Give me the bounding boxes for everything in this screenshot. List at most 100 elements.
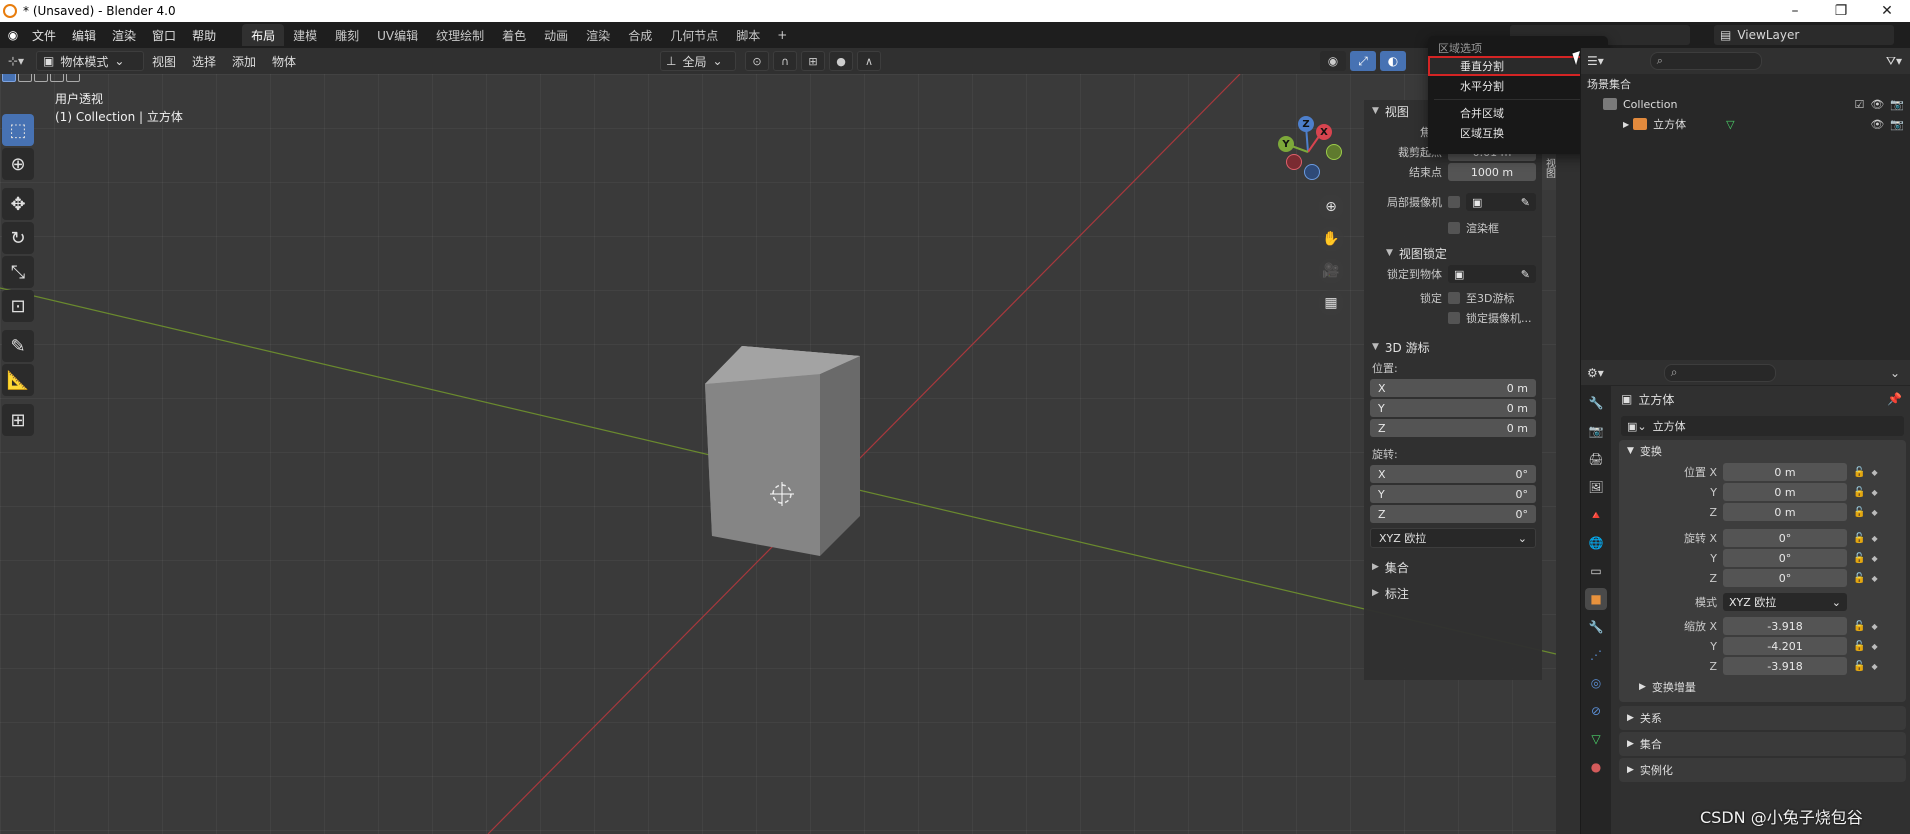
menu-render[interactable]: 渲染 bbox=[104, 27, 144, 44]
gizmo-x-icon[interactable]: X bbox=[1316, 124, 1332, 140]
tab-sculpting[interactable]: 雕刻 bbox=[326, 24, 368, 46]
chevron-right-icon[interactable]: ▶ bbox=[1623, 120, 1629, 129]
checkbox-icon[interactable]: ☑ bbox=[1854, 98, 1864, 111]
eye-icon[interactable]: 👁 bbox=[1870, 98, 1884, 111]
gizmo-y-icon[interactable]: Y bbox=[1278, 136, 1294, 152]
move-tool-icon[interactable]: ✥ bbox=[2, 188, 34, 220]
rotation-x-field[interactable]: 0° bbox=[1723, 529, 1847, 547]
scale-z-field[interactable]: -3.918 bbox=[1723, 657, 1847, 675]
cursor-rotation-z-field[interactable]: Z 0° bbox=[1370, 505, 1536, 523]
tab-scripting[interactable]: 脚本 bbox=[727, 24, 769, 46]
select-intersect-icon[interactable] bbox=[66, 74, 80, 82]
lock-icon[interactable]: 🔓 bbox=[1853, 553, 1865, 564]
render-tab-icon[interactable]: 📷 bbox=[1585, 420, 1607, 442]
gizmo-neg-y-icon[interactable] bbox=[1326, 144, 1342, 160]
proportional-edit-icon[interactable]: ● bbox=[829, 51, 853, 71]
tab-texture-paint[interactable]: 纹理绘制 bbox=[427, 24, 493, 46]
scene-tab-icon[interactable]: 🔺 bbox=[1585, 504, 1607, 526]
menu-select[interactable]: 选择 bbox=[184, 53, 224, 70]
cursor-location-x-field[interactable]: X 0 m bbox=[1370, 379, 1536, 397]
keyframe-icon[interactable]: ◆ bbox=[1871, 554, 1877, 563]
menu-help[interactable]: 帮助 bbox=[184, 27, 224, 44]
location-z-field[interactable]: 0 m bbox=[1723, 503, 1847, 521]
keyframe-icon[interactable]: ◆ bbox=[1871, 642, 1877, 651]
pin-icon[interactable]: 📌 bbox=[1887, 392, 1902, 406]
gizmo-neg-x-icon[interactable] bbox=[1286, 154, 1302, 170]
tab-modeling[interactable]: 建模 bbox=[284, 24, 326, 46]
cursor-rotation-mode-dropdown[interactable]: XYZ 欧拉 ⌄ bbox=[1370, 528, 1536, 548]
lock-icon[interactable]: 🔓 bbox=[1853, 467, 1865, 478]
scale-tool-icon[interactable]: ⤡ bbox=[2, 256, 34, 288]
pivot-icon[interactable]: ⊙ bbox=[745, 51, 769, 71]
tab-compositing[interactable]: 合成 bbox=[619, 24, 661, 46]
keyframe-icon[interactable]: ◆ bbox=[1871, 488, 1877, 497]
properties-search-input[interactable]: ⌕ bbox=[1663, 363, 1776, 382]
eyedropper-icon[interactable]: ✎ bbox=[1521, 196, 1530, 209]
transform-panel-header[interactable]: ▼ 变换 bbox=[1619, 440, 1906, 462]
cursor-rotation-x-field[interactable]: X 0° bbox=[1370, 465, 1536, 483]
maximize-icon[interactable]: ❐ bbox=[1818, 0, 1864, 22]
chevron-down-icon[interactable]: ⌄ bbox=[1890, 366, 1900, 380]
outliner-search-input[interactable]: ⌕ bbox=[1649, 52, 1762, 70]
cursor-location-z-field[interactable]: Z 0 m bbox=[1370, 419, 1536, 437]
local-camera-checkbox[interactable] bbox=[1448, 196, 1460, 208]
tool-tab-icon[interactable]: 🔧 bbox=[1585, 392, 1607, 414]
annotate-tool-icon[interactable]: ✎ bbox=[2, 330, 34, 362]
render-border-checkbox[interactable] bbox=[1448, 222, 1460, 234]
properties-editor-icon[interactable]: ⚙▾ bbox=[1587, 366, 1604, 380]
collection-row[interactable]: Collection ☑ 👁 📷 bbox=[1581, 94, 1910, 114]
view-layer-selector[interactable]: ▤ ViewLayer bbox=[1714, 25, 1894, 45]
add-cube-tool-icon[interactable]: ⊞ bbox=[2, 404, 34, 436]
tab-layout[interactable]: 布局 bbox=[242, 24, 285, 46]
lock-icon[interactable]: 🔓 bbox=[1853, 641, 1865, 652]
scene-collection-row[interactable]: 场景集合 bbox=[1581, 74, 1910, 94]
object-tab-icon[interactable]: ■ bbox=[1585, 588, 1607, 610]
menu-window[interactable]: 窗口 bbox=[144, 27, 184, 44]
object-name-field[interactable]: ▣⌄ 立方体 bbox=[1621, 416, 1904, 436]
camera-icon[interactable]: 📷 bbox=[1890, 98, 1904, 111]
select-subtract-icon[interactable] bbox=[34, 74, 48, 82]
collection-section-header[interactable]: ▶ 集合 bbox=[1364, 556, 1542, 578]
transform-orientation-selector[interactable]: ⊥ 全局 ⌄ bbox=[660, 51, 736, 71]
snap-icon[interactable]: ∩ bbox=[773, 51, 797, 71]
measure-tool-icon[interactable]: 📐 bbox=[2, 364, 34, 396]
rotation-y-field[interactable]: 0° bbox=[1723, 549, 1847, 567]
3d-viewport[interactable]: 用户透视 (1) Collection | 立方体 ⬚ ⊕ ✥ ↻ ⤡ ⊡ ✎ … bbox=[0, 74, 1556, 834]
instancing-panel-header[interactable]: ▶ 实例化 bbox=[1619, 758, 1906, 782]
rotation-z-field[interactable]: 0° bbox=[1723, 569, 1847, 587]
gizmo-toggle-icon[interactable]: ⤢ bbox=[1350, 51, 1376, 71]
overlay-toggle-icon[interactable]: ◐ bbox=[1380, 51, 1406, 71]
tab-animation[interactable]: 动画 bbox=[535, 24, 577, 46]
cursor-location-y-field[interactable]: Y 0 m bbox=[1370, 399, 1536, 417]
delta-transform-header[interactable]: ▶ 变换增量 bbox=[1619, 676, 1906, 698]
tab-geometry-nodes[interactable]: 几何节点 bbox=[661, 24, 727, 46]
select-extend-icon[interactable] bbox=[18, 74, 32, 82]
perspective-grid-icon[interactable]: ▦ bbox=[1318, 290, 1344, 316]
particles-tab-icon[interactable]: ⋰ bbox=[1585, 644, 1607, 666]
local-camera-field[interactable]: ▣ ✎ bbox=[1466, 193, 1536, 211]
mesh-data-icon[interactable]: ▽ bbox=[1726, 118, 1734, 131]
tab-shading[interactable]: 着色 bbox=[493, 24, 535, 46]
lock-icon[interactable]: 🔓 bbox=[1853, 621, 1865, 632]
mode-selector[interactable]: ▣ 物体模式 ⌄ bbox=[36, 51, 144, 71]
camera-icon[interactable]: 📷 bbox=[1890, 118, 1904, 131]
close-icon[interactable]: ✕ bbox=[1864, 0, 1910, 22]
select-new-icon[interactable] bbox=[2, 74, 16, 82]
cursor-tool-icon[interactable]: ⊕ bbox=[2, 148, 34, 180]
cursor-rotation-y-field[interactable]: Y 0° bbox=[1370, 485, 1536, 503]
world-tab-icon[interactable]: 🌐 bbox=[1585, 532, 1607, 554]
keyframe-icon[interactable]: ◆ bbox=[1871, 574, 1877, 583]
scale-y-field[interactable]: -4.201 bbox=[1723, 637, 1847, 655]
modifier-tab-icon[interactable]: 🔧 bbox=[1585, 616, 1607, 638]
lock-3d-cursor-checkbox[interactable] bbox=[1448, 292, 1460, 304]
select-invert-icon[interactable] bbox=[50, 74, 64, 82]
tab-uv-editing[interactable]: UV编辑 bbox=[368, 24, 427, 46]
menu-edit[interactable]: 编辑 bbox=[64, 27, 104, 44]
location-y-field[interactable]: 0 m bbox=[1723, 483, 1847, 501]
keyframe-icon[interactable]: ◆ bbox=[1871, 508, 1877, 517]
rotation-mode-dropdown[interactable]: XYZ 欧拉 ⌄ bbox=[1723, 593, 1847, 611]
rotate-tool-icon[interactable]: ↻ bbox=[2, 222, 34, 254]
keyframe-icon[interactable]: ◆ bbox=[1871, 468, 1877, 477]
camera-view-icon[interactable]: 🎥 bbox=[1318, 258, 1344, 284]
clip-end-field[interactable]: 1000 m bbox=[1448, 163, 1536, 181]
